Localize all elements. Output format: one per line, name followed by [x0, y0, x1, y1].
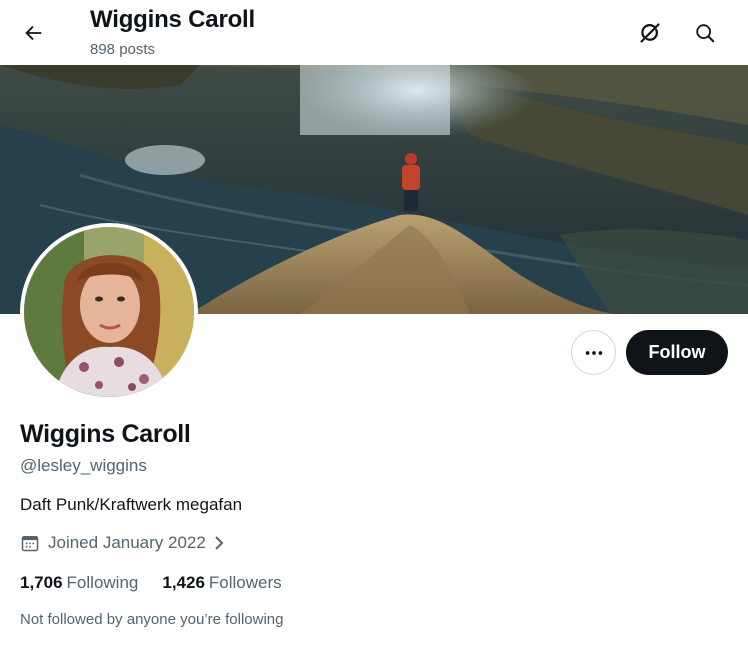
search-icon: [696, 24, 715, 43]
calendar-icon: [21, 536, 39, 552]
search-button[interactable]: [686, 14, 724, 52]
following-link[interactable]: 1,706 Following: [20, 573, 138, 593]
grok-button[interactable]: [631, 14, 669, 52]
joined-label: Joined January 2022: [48, 533, 206, 552]
user-handle: @lesley_wiggins: [20, 456, 147, 475]
follow-button[interactable]: Follow: [626, 330, 728, 375]
following-count: 1,706: [20, 573, 63, 592]
followers-link[interactable]: 1,426 Followers: [162, 573, 281, 593]
avatar-photo: [24, 227, 194, 397]
joined-date[interactable]: Joined January 2022: [20, 533, 226, 553]
grok-icon: [640, 23, 660, 43]
display-name: Wiggins Caroll: [20, 420, 191, 448]
bio-text: Daft Punk/Kraftwerk megafan: [20, 495, 243, 514]
back-button[interactable]: [14, 14, 52, 52]
post-count: 898 posts: [90, 41, 156, 58]
chevron-right-icon: [212, 535, 226, 551]
arrow-left-icon: [25, 25, 42, 41]
following-label: Following: [66, 573, 139, 592]
follow-stats: 1,706 Following 1,426 Followers: [20, 573, 282, 593]
avatar[interactable]: [20, 223, 198, 401]
page-title: Wiggins Caroll: [90, 6, 255, 33]
mutual-followers-note: Not followed by anyone you’re following: [20, 611, 284, 628]
more-dots-icon: [585, 350, 602, 355]
followers-label: Followers: [208, 573, 282, 592]
more-options-button[interactable]: [571, 330, 616, 375]
followers-count: 1,426: [162, 573, 205, 592]
top-bar: Wiggins Caroll 898 posts: [0, 0, 748, 65]
